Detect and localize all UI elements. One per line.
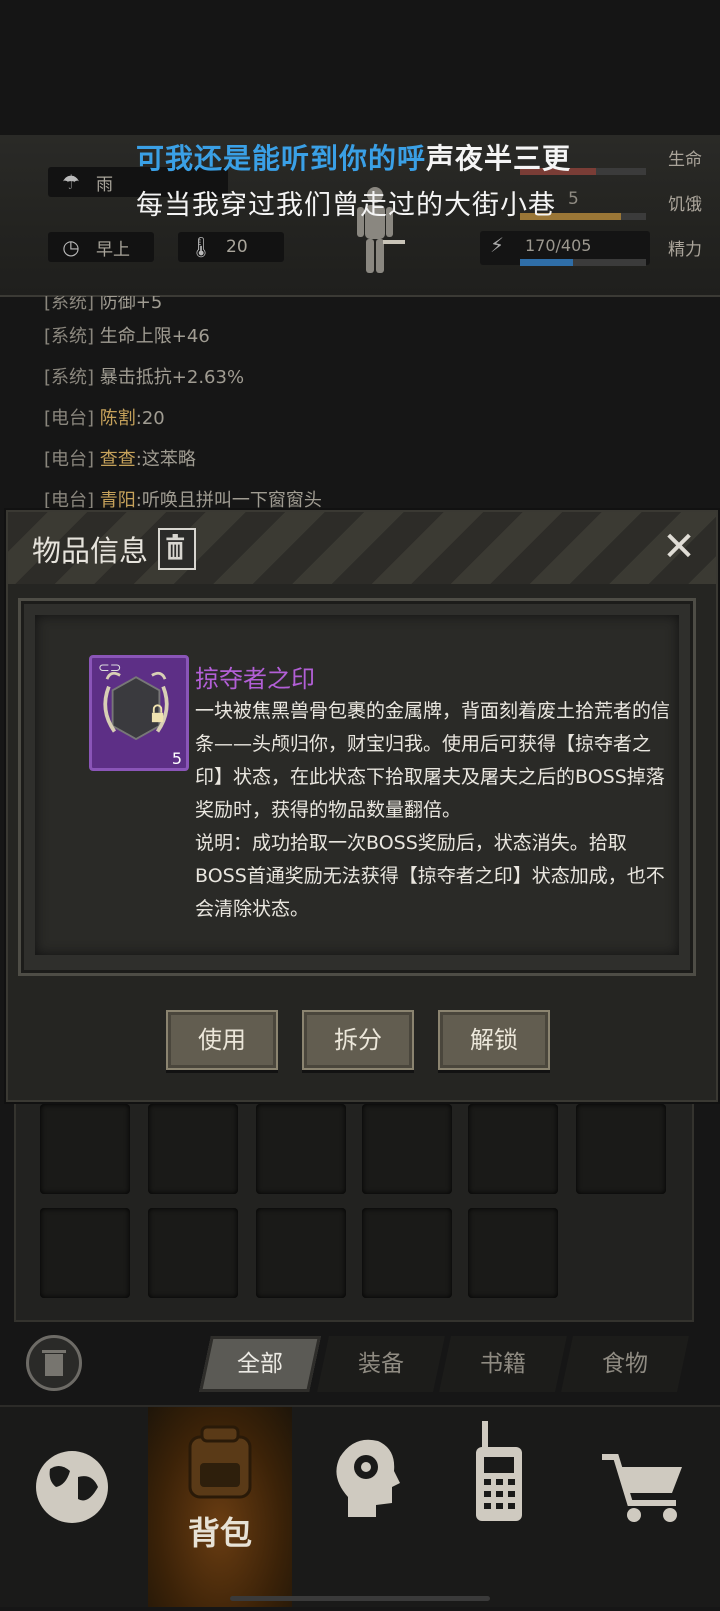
split-button[interactable]: 拆分 bbox=[302, 1010, 414, 1070]
top-dark-area bbox=[0, 0, 720, 140]
item-info-dialog: 物品信息 ✕ ⊂⊃ 5 掠夺者之印 一块被焦黑兽骨包裹的金属牌，背面刻着废土拾荒… bbox=[6, 510, 718, 1102]
tab-equipment[interactable]: 装备 bbox=[317, 1336, 445, 1392]
rain-cloud-icon: ☂ bbox=[62, 170, 80, 194]
tab-books[interactable]: 书籍 bbox=[439, 1336, 567, 1392]
trash-icon bbox=[166, 534, 185, 560]
item-description-text: 一块被焦黑兽骨包裹的金属牌，背面刻着废土拾荒者的信条——头颅归你，财宝归我。使用… bbox=[195, 700, 671, 821]
tab-food-label: 食物 bbox=[602, 1351, 648, 1377]
log-line: [系统] 防御+5 bbox=[44, 296, 684, 316]
log-sender: 陈割 bbox=[99, 408, 136, 429]
inventory-slot[interactable] bbox=[256, 1208, 346, 1298]
inventory-slot[interactable] bbox=[40, 1208, 130, 1298]
lyric-line-1: 可我还是能听到你的呼声夜半三更 bbox=[136, 137, 571, 177]
discard-button[interactable] bbox=[158, 528, 196, 570]
inventory-slot[interactable] bbox=[148, 1208, 238, 1298]
nav-radio[interactable] bbox=[424, 1407, 568, 1607]
log-line: [电台] 陈割:20 bbox=[44, 398, 684, 439]
log-tag: [电台] bbox=[44, 408, 95, 429]
head-gear-icon bbox=[336, 1439, 400, 1517]
message-log: [系统] 防御+5 [系统] 生命上限+46 [系统] 暴击抵抗+2.63% [… bbox=[44, 296, 684, 511]
log-msg: :20 bbox=[135, 408, 165, 429]
hunger-label: 饥饿 bbox=[668, 195, 702, 215]
item-count: 5 bbox=[171, 749, 182, 768]
weather-text: 雨 bbox=[96, 174, 113, 195]
inventory-slot[interactable] bbox=[468, 1208, 558, 1298]
inventory-slot[interactable] bbox=[362, 1104, 452, 1194]
dialog-header: 物品信息 ✕ bbox=[8, 512, 716, 584]
recycle-bin-icon bbox=[42, 1350, 66, 1376]
bottom-nav bbox=[0, 1405, 720, 1607]
log-msg: 防御+5 bbox=[99, 296, 163, 313]
log-line: [电台] 青阳:听唤且拼叫一下窗窗头 bbox=[44, 480, 684, 511]
home-indicator[interactable] bbox=[230, 1596, 490, 1601]
log-tag: [系统] bbox=[44, 326, 95, 347]
lightning-icon: ⚡ bbox=[490, 233, 505, 257]
life-label: 生命 bbox=[668, 150, 702, 170]
tab-all[interactable]: 全部 bbox=[199, 1336, 321, 1392]
tab-all-label: 全部 bbox=[237, 1351, 283, 1377]
recycle-button[interactable] bbox=[26, 1335, 82, 1391]
log-tag: [系统] bbox=[44, 296, 95, 313]
temperature-pill: 🌡 20 bbox=[178, 232, 284, 262]
energy-label: 精力 bbox=[668, 240, 702, 260]
thermometer-icon: 🌡 bbox=[188, 235, 214, 259]
log-msg: :听唤且拼叫一下窗窗头 bbox=[135, 490, 322, 511]
lyric-line-1-highlight: 可我还是能听到你的呼 bbox=[136, 142, 427, 175]
dialog-title: 物品信息 bbox=[32, 534, 149, 568]
lyric-line-2: 每当我穿过我们曾走过的大街小巷 bbox=[136, 190, 556, 221]
log-msg: 暴击抵抗+2.63% bbox=[99, 367, 245, 388]
temperature-text: 20 bbox=[226, 237, 248, 257]
walkie-talkie-icon bbox=[476, 1421, 522, 1521]
log-msg: :这苯略 bbox=[135, 449, 196, 470]
tab-equipment-label: 装备 bbox=[358, 1351, 404, 1377]
energy-bar bbox=[520, 259, 646, 266]
cart-icon bbox=[602, 1454, 682, 1522]
inventory-slot[interactable] bbox=[362, 1208, 452, 1298]
item-card: ⊂⊃ 5 掠夺者之印 一块被焦黑兽骨包裹的金属牌，背面刻着废土拾荒者的信条——头… bbox=[18, 598, 696, 976]
log-tag: [电台] bbox=[44, 449, 95, 470]
tab-books-label: 书籍 bbox=[480, 1351, 526, 1377]
nav-backpack[interactable] bbox=[148, 1407, 292, 1607]
lyric-line-1-rest: 声夜半三更 bbox=[426, 142, 572, 175]
nav-backpack-label: 背包 bbox=[187, 1514, 252, 1552]
log-tag: [电台] bbox=[44, 490, 95, 511]
energy-bar-fill bbox=[520, 259, 573, 266]
link-icon: ⊂⊃ bbox=[98, 660, 122, 676]
log-msg: 生命上限+46 bbox=[99, 326, 210, 347]
log-line: [电台] 查查:这苯略 bbox=[44, 439, 684, 480]
item-name: 掠夺者之印 bbox=[195, 665, 315, 693]
log-sender: 青阳 bbox=[99, 490, 136, 511]
time-text: 早上 bbox=[96, 239, 130, 260]
log-sender: 查查 bbox=[99, 449, 136, 470]
energy-value: 170/405 bbox=[525, 236, 592, 255]
item-note-text: 说明：成功拾取一次BOSS奖励后，状态消失。拾取BOSS首通奖励无法获得【掠夺者… bbox=[195, 832, 665, 920]
item-card-inner: ⊂⊃ 5 掠夺者之印 一块被焦黑兽骨包裹的金属牌，背面刻着废土拾荒者的信条——头… bbox=[35, 615, 679, 955]
clock-icon: ◷ bbox=[62, 235, 80, 259]
inventory-grid bbox=[14, 1098, 694, 1322]
filter-tabs: 全部 装备 书籍 食物 bbox=[195, 1336, 695, 1392]
nav-map[interactable] bbox=[0, 1407, 144, 1607]
inventory-slot[interactable] bbox=[468, 1104, 558, 1194]
hunger-value: 5 bbox=[568, 189, 579, 209]
nav-shop[interactable] bbox=[572, 1407, 716, 1607]
inventory-slot[interactable] bbox=[256, 1104, 346, 1194]
time-pill: ◷ 早上 bbox=[48, 232, 154, 262]
tab-food[interactable]: 食物 bbox=[561, 1336, 689, 1392]
item-description: 一块被焦黑兽骨包裹的金属牌，背面刻着废土拾荒者的信条——头颅归你，财宝归我。使用… bbox=[195, 695, 671, 926]
close-button[interactable]: ✕ bbox=[656, 524, 702, 570]
log-line: [系统] 生命上限+46 bbox=[44, 316, 684, 357]
log-line: [系统] 暴击抵抗+2.63% bbox=[44, 357, 684, 398]
globe-icon bbox=[36, 1451, 108, 1523]
use-button[interactable]: 使用 bbox=[166, 1010, 278, 1070]
unlock-button[interactable]: 解锁 bbox=[438, 1010, 550, 1070]
item-icon: ⊂⊃ 5 bbox=[89, 655, 189, 771]
nav-skills[interactable] bbox=[296, 1407, 440, 1607]
log-tag: [系统] bbox=[44, 367, 95, 388]
inventory-slot[interactable] bbox=[148, 1104, 238, 1194]
status-dash bbox=[383, 240, 405, 244]
backpack-icon bbox=[188, 1425, 252, 1499]
inventory-slot[interactable] bbox=[40, 1104, 130, 1194]
inventory-slot[interactable] bbox=[576, 1104, 666, 1194]
